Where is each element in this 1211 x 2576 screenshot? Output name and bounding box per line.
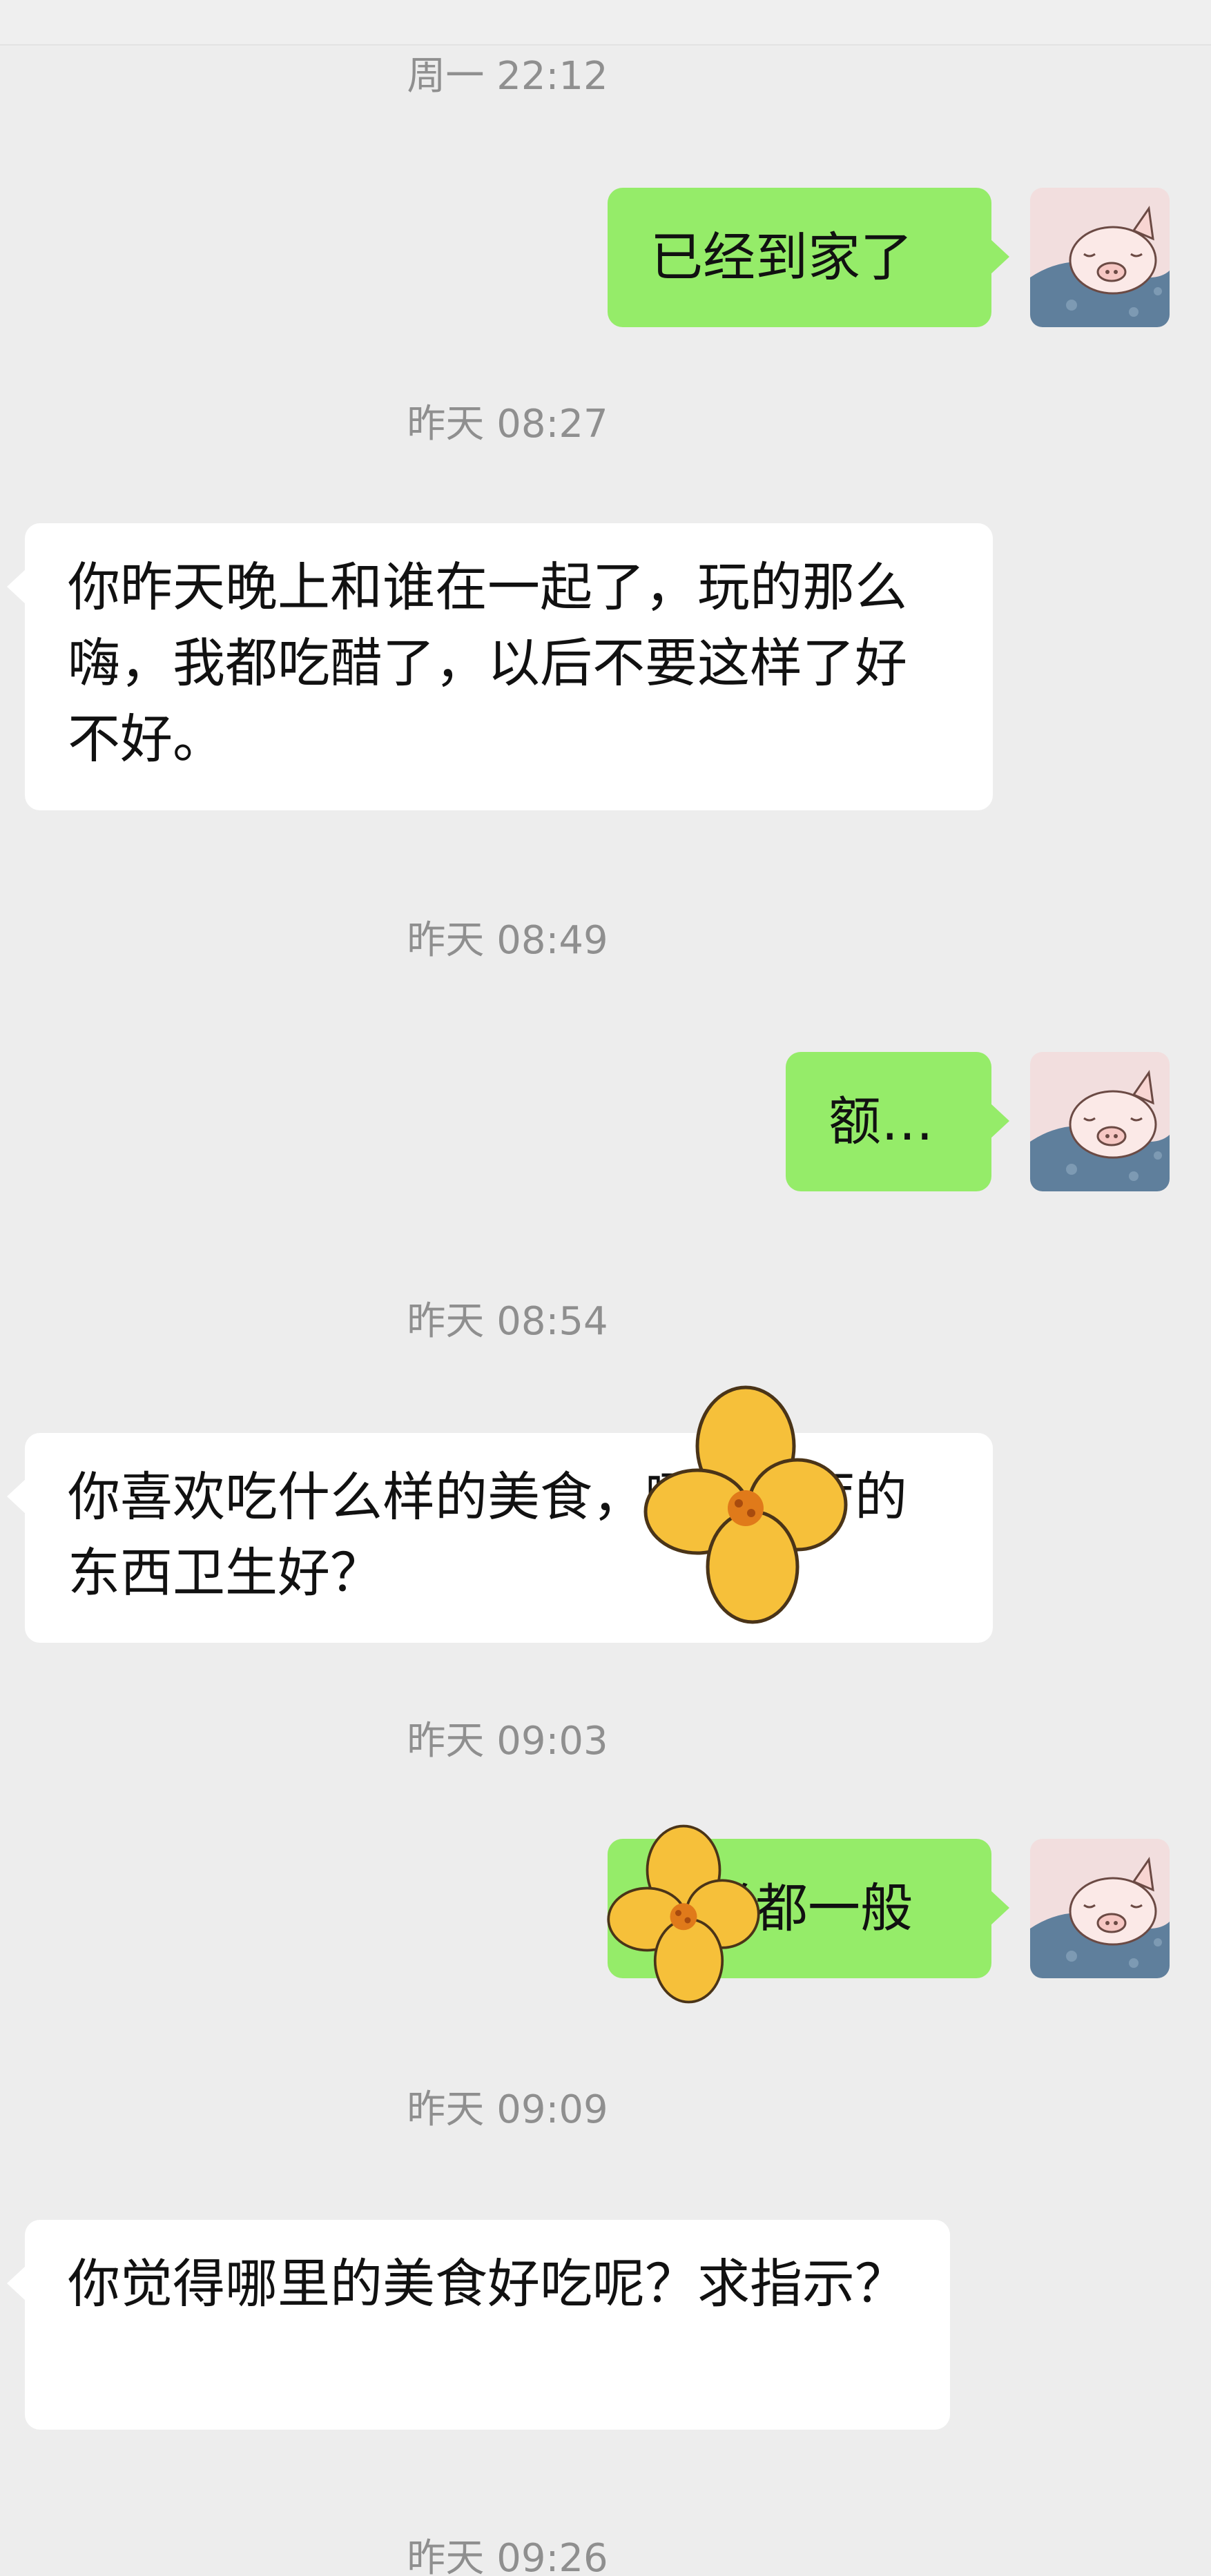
timestamp: 昨天 08:49 [407,918,608,963]
yellow-flower-sticker-icon [594,1821,773,2007]
received-message-bubble[interactable]: 你觉得哪里的美食好吃呢？求指示？ [7,2220,950,2430]
timestamp: 昨天 09:03 [407,1719,608,1764]
chat-screen: 周一 22:12 已经到家了 昨天 08:27 你昨天晚上和谁在一起了，玩的那么… [0,0,1211,2576]
sent-message-bubble[interactable]: 额… [786,1052,1009,1191]
sent-message-bubble[interactable]: 已经到家了 [608,188,1009,327]
message-text: 你昨天晚上和谁在一起了，玩的那么嗨，我都吃醋了，以后不要这样了好不好。 [68,556,907,770]
message-text: 你觉得哪里的美食好吃呢？求指示？ [68,2253,907,2314]
yellow-flower-sticker-icon [642,1380,849,1629]
timestamp: 昨天 08:54 [407,1299,608,1344]
message-text: 额… [829,1091,933,1152]
timestamp: 昨天 08:27 [407,402,608,447]
timestamp: 昨天 09:26 [407,2536,608,2576]
pig-avatar-icon[interactable] [1030,1052,1170,1191]
pig-avatar-icon[interactable] [1030,1839,1170,1978]
message-text: 已经到家了 [650,226,913,288]
top-divider [0,0,1211,46]
pig-avatar-icon[interactable] [1030,188,1170,327]
timestamp: 周一 22:12 [407,54,608,99]
received-message-bubble[interactable]: 你昨天晚上和谁在一起了，玩的那么嗨，我都吃醋了，以后不要这样了好不好。 [7,523,993,810]
timestamp: 昨天 09:09 [407,2087,608,2132]
